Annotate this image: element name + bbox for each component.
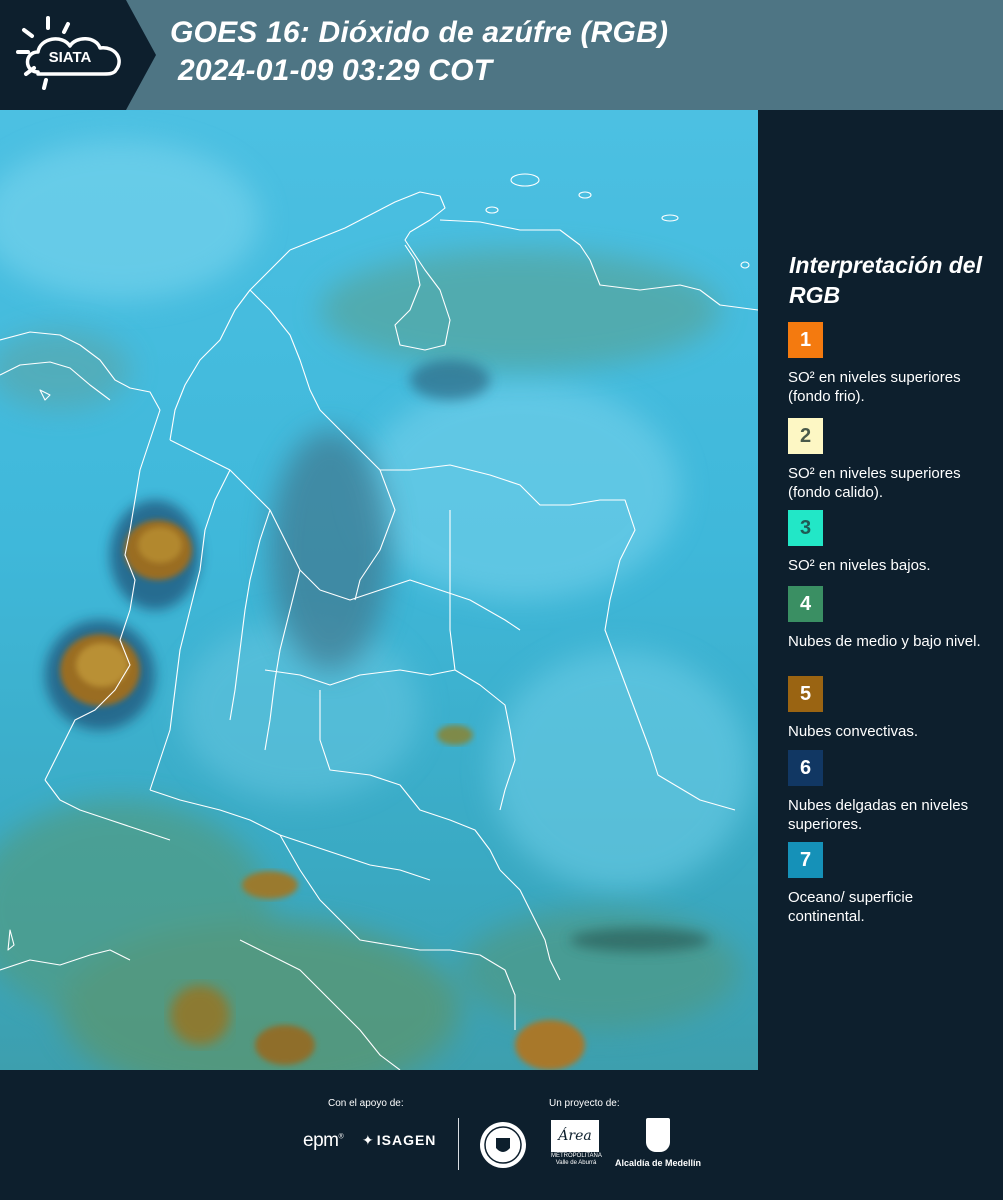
legend-swatch: 2 xyxy=(788,418,823,454)
legend-swatch: 3 xyxy=(788,510,823,546)
legend-item-3: 3 SO² en niveles bajos. xyxy=(788,510,988,575)
legend-label: SO² en niveles superiores (fondo calido)… xyxy=(788,465,961,501)
siata-logo: SIATA xyxy=(0,0,156,110)
legend-item-2: 2 SO² en niveles superiores (fondo calid… xyxy=(788,418,988,502)
area-metropolitana-logo: Área METROPOLITANA Valle de Aburrá xyxy=(551,1120,602,1168)
isagen-logo: ✦ ISAGEN xyxy=(362,1132,437,1148)
footer: Con el apoyo de: Un proyecto de: epm® ✦ I… xyxy=(0,1070,1003,1200)
map-canvas xyxy=(0,110,758,1070)
legend-swatch: 7 xyxy=(788,842,823,878)
satellite-map[interactable] xyxy=(0,110,758,1070)
legend-label: Nubes convectivas. xyxy=(788,723,919,740)
alcaldia-medellin-logo: Alcaldía de Medellín xyxy=(612,1118,704,1168)
title-timestamp: 2024-01-09 03:29 COT xyxy=(178,54,493,87)
legend-item-5: 5 Nubes convectivas. xyxy=(788,676,988,741)
title-line-1: GOES 16: Dióxido de azúfre (RGB) xyxy=(170,16,669,49)
legend-item-7: 7 Oceano/ superficie continental. xyxy=(788,842,988,926)
project-label: Un proyecto de: xyxy=(549,1098,620,1109)
legend-swatch: 1 xyxy=(788,322,823,358)
legend-label: SO² en niveles bajos. xyxy=(788,557,931,574)
legend-swatch: 4 xyxy=(788,586,823,622)
svg-text:SIATA: SIATA xyxy=(49,49,92,66)
legend-item-6: 6 Nubes delgadas en niveles superiores. xyxy=(788,750,988,834)
legend-item-1: 1 SO² en niveles superiores (fondo frio)… xyxy=(788,322,988,406)
legend-label: Nubes delgadas en niveles superiores. xyxy=(788,797,969,833)
legend-title: Interpretación del RGB xyxy=(789,252,982,308)
university-seal-icon xyxy=(480,1122,526,1168)
legend-item-4: 4 Nubes de medio y bajo nivel. xyxy=(788,586,988,651)
support-label: Con el apoyo de: xyxy=(328,1098,404,1109)
legend-swatch: 5 xyxy=(788,676,823,712)
isagen-star-icon: ✦ xyxy=(362,1132,375,1148)
legend-label: SO² en niveles superiores (fondo frio). xyxy=(788,369,961,405)
page-title: GOES 16: Dióxido de azúfre (RGB) 2024-01… xyxy=(170,14,668,90)
legend-panel: Interpretación del RGB 1 SO² en niveles … xyxy=(760,110,1003,1070)
header: SIATA GOES 16: Dióxido de azúfre (RGB) 2… xyxy=(0,0,1003,110)
epm-logo: epm® xyxy=(303,1130,344,1151)
legend-label: Oceano/ superficie continental. xyxy=(788,889,914,925)
shield-icon xyxy=(646,1118,670,1152)
legend-label: Nubes de medio y bajo nivel. xyxy=(788,633,981,650)
footer-divider xyxy=(458,1118,459,1170)
legend-swatch: 6 xyxy=(788,750,823,786)
